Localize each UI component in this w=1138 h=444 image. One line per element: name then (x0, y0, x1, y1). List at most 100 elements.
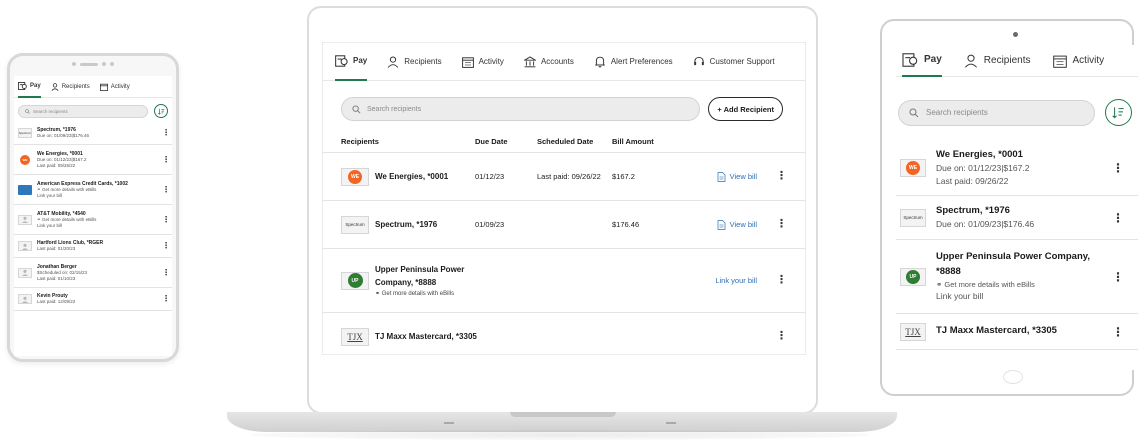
phone-tab-bar: Pay Recipients Activity (14, 76, 172, 98)
upper-peninsula-logo: UP (341, 271, 369, 290)
header-recipients: Recipients (341, 137, 379, 146)
table-row[interactable]: UP Upper Peninsula Power Company, *8888 … (323, 249, 805, 313)
calendar-icon (99, 83, 108, 91)
phone-sort-button[interactable] (154, 104, 168, 118)
more-options-icon[interactable]: ⋮ (773, 219, 787, 230)
laptop-search-row: Search recipients + Add Recipient (323, 81, 805, 121)
tablet-sort-button[interactable] (1105, 99, 1132, 126)
default-person-avatar-icon (18, 267, 32, 278)
tablet-tab-bar: Pay Recipients Activity (896, 45, 1138, 77)
recipient-last-paid: Last paid: 09/26/22 (37, 162, 76, 168)
person-icon (51, 82, 59, 91)
recipient-last-paid: Last paid: 09/26/22 (936, 175, 1009, 186)
phone-list-item[interactable]: AT&T Mobility, *4540 ⚭ Get more details w… (14, 205, 172, 235)
phone-search-input[interactable]: Search recipients (18, 104, 148, 118)
more-options-icon[interactable]: ⋮ (1112, 212, 1124, 224)
tablet-list-item[interactable]: Spectrum Spectrum, *1976 Due on: 01/09/23… (896, 196, 1138, 240)
table-row[interactable]: WE We Energies, *0001 01/12/23 Last paid… (323, 153, 805, 201)
table-row[interactable]: Spectrum Spectrum, *1976 01/09/23 $176.4… (323, 201, 805, 249)
more-options-icon[interactable]: ⋮ (162, 268, 170, 277)
link-your-bill-link[interactable]: Link your bill (715, 276, 757, 285)
tab-activity-label: Activity (478, 57, 504, 66)
more-options-icon[interactable]: ⋮ (1112, 162, 1124, 174)
tablet-search-input[interactable]: Search recipients (898, 99, 1095, 126)
tablet-list-item[interactable]: WE We Energies, *0001 Due on: 01/12/23|$1… (896, 140, 1138, 196)
more-options-icon[interactable]: ⋮ (162, 242, 170, 250)
sort-icon (157, 108, 164, 115)
link-chain-icon: ⚭ (37, 217, 41, 222)
recipient-due: Due on: 01/12/23|$167.2 (936, 162, 1030, 173)
laptop-tab-bar: Pay Recipients Activity Accounts Alert P… (323, 43, 805, 81)
add-recipient-button[interactable]: + Add Recipient (708, 97, 783, 121)
tablet-list-item[interactable]: TJX TJ Maxx Mastercard, *3305 ⋮ (896, 314, 1138, 350)
phone-list-item[interactable]: Hartford Lions Club, *RGER Last paid: 01/… (14, 235, 172, 258)
scheduled-date-cell: Last paid: 09/26/22 (537, 172, 601, 181)
search-input[interactable]: Search recipients (341, 97, 701, 121)
tablet-tab-pay[interactable]: Pay (902, 45, 942, 77)
more-options-icon[interactable]: ⋮ (1112, 271, 1124, 283)
phone-search-row: Search recipients (14, 98, 172, 122)
more-options-icon[interactable]: ⋮ (162, 215, 170, 224)
tjx-logo: TJX (900, 322, 926, 341)
spectrum-logo: Spectrum (341, 215, 369, 234)
we-energies-logo: WE (900, 158, 926, 177)
phone-tab-recipients[interactable]: Recipients (51, 76, 90, 98)
headset-icon (693, 56, 704, 65)
tab-pay-label: Pay (353, 56, 368, 65)
tablet-tab-activity[interactable]: Activity (1052, 45, 1104, 77)
view-bill-link[interactable]: View bill (730, 172, 757, 181)
default-person-avatar-icon (18, 294, 32, 304)
recipient-last-paid: Last paid: 12/09/22 (37, 299, 76, 305)
pay-icon (335, 54, 348, 67)
phone-list-item[interactable]: Jonathan Berger $Scheduled on: 02/15/23 La… (14, 258, 172, 288)
tjx-logo: TJX (341, 327, 369, 346)
link-your-bill-link[interactable]: Link your bill (37, 223, 162, 229)
person-icon (964, 54, 977, 68)
tab-alert-preferences-label: Alert Preferences (610, 57, 673, 66)
table-row[interactable]: TJX TJ Maxx Mastercard, *3305 ⋮ (323, 313, 805, 354)
tab-recipients[interactable]: Recipients (387, 43, 442, 81)
calendar-icon (1052, 55, 1067, 68)
tab-customer-support[interactable]: Customer Support (693, 43, 775, 81)
sort-icon (1112, 107, 1124, 119)
more-options-icon[interactable]: ⋮ (773, 171, 787, 182)
tab-accounts[interactable]: Accounts (523, 43, 574, 81)
more-options-icon[interactable]: ⋮ (162, 185, 170, 194)
phone-list-item[interactable]: Spectrum Spectrum, *1976 Due on: 01/09/23… (14, 122, 172, 145)
more-options-icon[interactable]: ⋮ (1112, 326, 1124, 338)
more-options-icon[interactable]: ⋮ (773, 331, 787, 342)
link-your-bill-link[interactable]: Link your bill (936, 290, 1112, 303)
tab-pay[interactable]: Pay (335, 43, 368, 81)
tablet-tab-recipients[interactable]: Recipients (964, 45, 1031, 77)
phone-list-item[interactable]: American Express Credit Cards, *1002 ⚭ Ge… (14, 175, 172, 205)
upper-peninsula-logo: UP (900, 267, 926, 286)
tablet-search-placeholder: Search recipients (926, 108, 988, 117)
phone-search-placeholder: Search recipients (33, 108, 68, 114)
laptop-foot (444, 422, 454, 424)
more-options-icon[interactable]: ⋮ (773, 275, 787, 286)
tablet-list-item[interactable]: UP Upper Peninsula Power Company, *8888 ⚭ … (896, 240, 1138, 314)
phone-tab-activity[interactable]: Activity (99, 76, 130, 98)
more-options-icon[interactable]: ⋮ (162, 155, 170, 164)
phone-tab-pay[interactable]: Pay (18, 76, 41, 98)
phone-list-item[interactable]: Kevin Prouty Last paid: 12/09/22 ⋮ (14, 288, 172, 311)
link-your-bill-link[interactable]: Link your bill (37, 193, 162, 199)
tab-activity[interactable]: Activity (461, 43, 504, 81)
phone-camera-bar (72, 62, 114, 66)
laptop-shadow (250, 430, 870, 440)
we-energies-logo: WE (18, 154, 32, 165)
calendar-icon (461, 56, 474, 68)
laptop-screen: Pay Recipients Activity Accounts Alert P… (322, 42, 806, 355)
tablet-home-button[interactable] (1003, 370, 1023, 384)
tab-alert-preferences[interactable]: Alert Preferences (594, 43, 673, 81)
amex-card-logo (18, 184, 32, 195)
search-icon (352, 104, 361, 113)
more-options-icon[interactable]: ⋮ (162, 295, 170, 303)
more-options-icon[interactable]: ⋮ (162, 129, 170, 137)
person-icon (388, 55, 399, 68)
tab-customer-support-label: Customer Support (709, 57, 775, 66)
view-bill-link[interactable]: View bill (730, 220, 757, 229)
phone-list-item[interactable]: WE We Energies, *0001 Due on: 01/12/23|$1… (14, 145, 172, 175)
bell-icon (595, 56, 605, 67)
spectrum-logo: Spectrum (900, 208, 926, 227)
